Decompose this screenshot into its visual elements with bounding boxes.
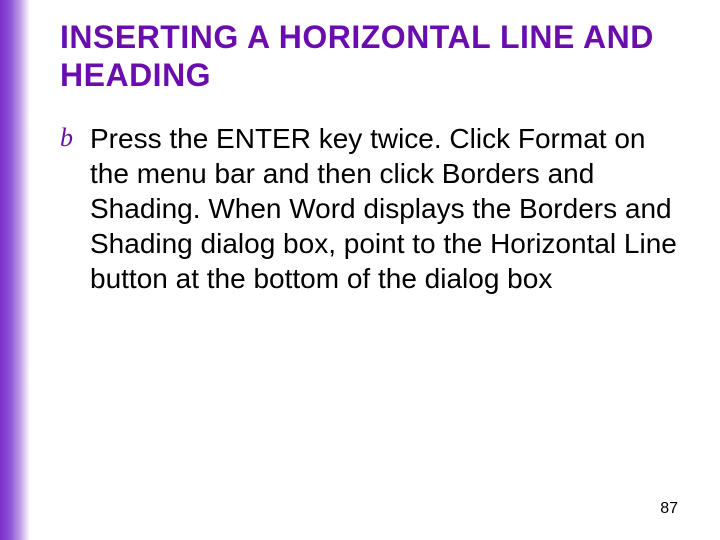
bullet-block: b Press the ENTER key twice. Click Forma… bbox=[60, 121, 680, 296]
slide-title: INSERTING A HORIZONTAL LINE AND HEADING bbox=[60, 18, 680, 95]
body-text: Press the ENTER key twice. Click Format … bbox=[90, 121, 680, 296]
bullet-icon: b bbox=[60, 125, 80, 151]
page-number: 87 bbox=[660, 500, 678, 518]
slide-content: INSERTING A HORIZONTAL LINE AND HEADING … bbox=[60, 18, 680, 296]
accent-bar bbox=[0, 0, 30, 540]
